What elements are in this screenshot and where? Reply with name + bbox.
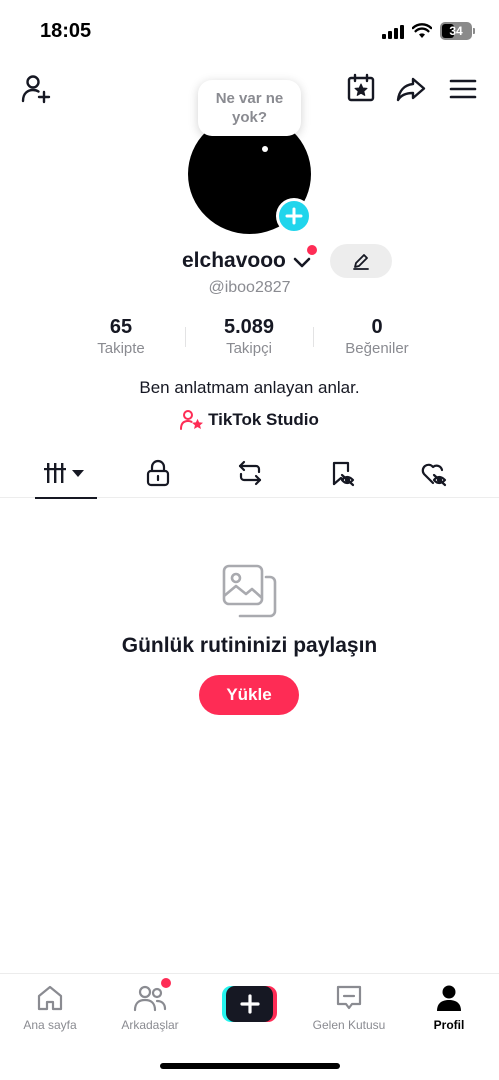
calendar-star-icon [347,73,375,102]
stat-value: 65 [109,316,133,338]
tab-private[interactable] [127,448,189,498]
bio: Ben anlatmam anlayan anlar. [139,378,360,397]
friends-icon [133,985,167,1012]
nav-label: Ana sayfa [23,1018,77,1032]
tiktok-studio-link[interactable]: TikTok Studio [0,409,499,431]
notification-dot [161,978,171,988]
stat-likes[interactable]: 0 Beğeniler [312,315,442,359]
create-button[interactable] [222,986,277,1022]
menu-button[interactable] [446,72,480,106]
repost-icon [238,460,262,486]
creator-star-icon [180,410,204,430]
nav-label: Gelen Kutusu [312,1018,386,1032]
username[interactable]: elchavooo [182,249,286,273]
note-bubble[interactable]: Ne var ne yok? [198,80,301,136]
profile-tabs [0,448,499,499]
stat-label: Takipçi [226,340,272,357]
cellular-signal-icon [382,23,404,39]
username-row: elchavooo [0,244,499,278]
plus-icon [285,207,303,225]
notification-dot [307,245,317,255]
status-bar: 18:05 34 [0,0,499,60]
nav-home[interactable]: Ana sayfa [0,982,100,1032]
menu-icon [449,79,477,99]
edit-profile-button[interactable] [330,244,392,278]
profile-icon [437,985,461,1011]
nav-label: Arkadaşlar [121,1018,179,1032]
inbox-icon [336,985,362,1010]
stat-label: Beğeniler [345,340,409,357]
status-time: 18:05 [40,20,92,42]
stat-label: Takipte [97,340,145,357]
tiktok-studio-label: TikTok Studio [208,410,319,429]
calendar-star-button[interactable] [344,71,378,105]
share-profile-button[interactable] [394,72,428,106]
home-icon [37,985,63,1011]
lock-icon [146,459,170,487]
share-icon [396,77,426,102]
note-bubble-tail [262,146,268,152]
wifi-icon [412,23,432,38]
pencil-icon [353,254,369,270]
stat-followers[interactable]: 5.089 Takipçi [184,315,314,359]
tab-videos[interactable] [35,448,97,499]
tab-reposts[interactable] [219,448,281,498]
tab-favorites[interactable] [311,448,373,498]
tab-liked[interactable] [403,448,465,498]
stat-value: 5.089 [223,316,275,338]
create-plus-icon [239,994,260,1014]
nav-profile[interactable]: Profil [399,982,499,1032]
empty-state-title: Günlük rutininizi paylaşın [121,634,378,657]
photos-icon [222,564,277,618]
home-indicator [160,1063,340,1069]
profile-stats: 65 Takipte 5.089 Takipçi 0 Beğeniler [0,315,499,361]
battery-icon: 34 [440,22,472,40]
stat-value: 0 [371,316,383,338]
liked-hidden-icon [421,463,447,487]
user-handle: @iboo2827 [208,279,291,296]
battery-level: 34 [449,24,463,38]
nav-friends[interactable]: Arkadaşlar [100,978,200,1032]
stat-following[interactable]: 65 Takipte [56,315,186,359]
nav-inbox[interactable]: Gelen Kutusu [299,982,399,1032]
chevron-down-icon[interactable] [292,253,312,271]
add-friend-button[interactable] [18,72,52,106]
favorites-hidden-icon [332,461,355,487]
videos-grid-icon [44,463,84,483]
add-friend-icon [21,75,51,104]
upload-button[interactable]: Yükle [199,675,299,715]
nav-label: Profil [433,1018,465,1032]
add-avatar-button[interactable] [276,198,312,234]
status-icons: 34 [382,22,475,40]
